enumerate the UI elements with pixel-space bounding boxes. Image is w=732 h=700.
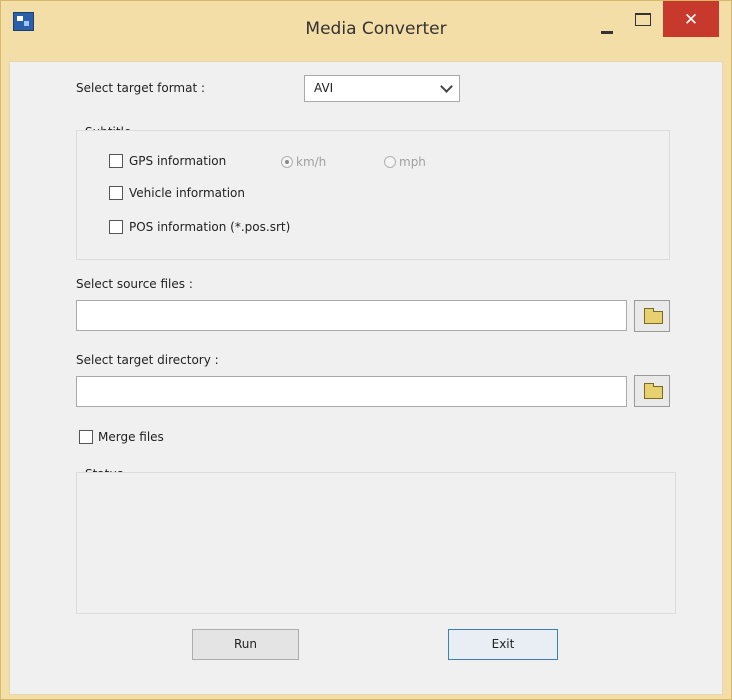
merge-files-checkbox[interactable]	[79, 430, 93, 444]
folder-icon	[644, 308, 663, 324]
browse-target-button[interactable]	[634, 375, 670, 407]
target-format-value: AVI	[314, 81, 334, 95]
target-format-select[interactable]: AVI	[304, 75, 460, 102]
source-files-label: Select source files :	[76, 277, 193, 291]
minimize-button[interactable]	[589, 1, 625, 36]
pos-information-label: POS information (*.pos.srt)	[129, 220, 291, 234]
gps-information-label: GPS information	[129, 154, 227, 168]
kmh-label: km/h	[296, 155, 327, 169]
run-button[interactable]: Run	[192, 629, 299, 660]
dialog-client-area: Select target format : AVI Subtitle GPS …	[9, 61, 723, 695]
close-icon: ✕	[683, 10, 699, 30]
mph-radio[interactable]	[384, 156, 396, 168]
maximize-button[interactable]	[627, 1, 661, 36]
folder-icon	[644, 383, 663, 399]
status-groupbox	[76, 472, 676, 614]
title-bar[interactable]: Media Converter ✕	[1, 1, 731, 61]
mph-label: mph	[399, 155, 426, 169]
source-files-input[interactable]	[76, 300, 627, 331]
kmh-radio[interactable]	[281, 156, 293, 168]
browse-source-button[interactable]	[634, 300, 670, 332]
target-format-label: Select target format :	[76, 81, 206, 95]
merge-files-label: Merge files	[98, 430, 164, 444]
pos-information-checkbox[interactable]	[109, 220, 123, 234]
target-directory-label: Select target directory :	[76, 353, 219, 367]
chevron-down-icon	[440, 80, 453, 93]
gps-information-checkbox[interactable]	[109, 154, 123, 168]
vehicle-information-checkbox[interactable]	[109, 186, 123, 200]
exit-button[interactable]: Exit	[448, 629, 558, 660]
close-button[interactable]: ✕	[663, 1, 719, 37]
target-directory-input[interactable]	[76, 376, 627, 407]
window-frame: Media Converter ✕ Select target format :…	[0, 0, 732, 700]
vehicle-information-label: Vehicle information	[129, 186, 245, 200]
